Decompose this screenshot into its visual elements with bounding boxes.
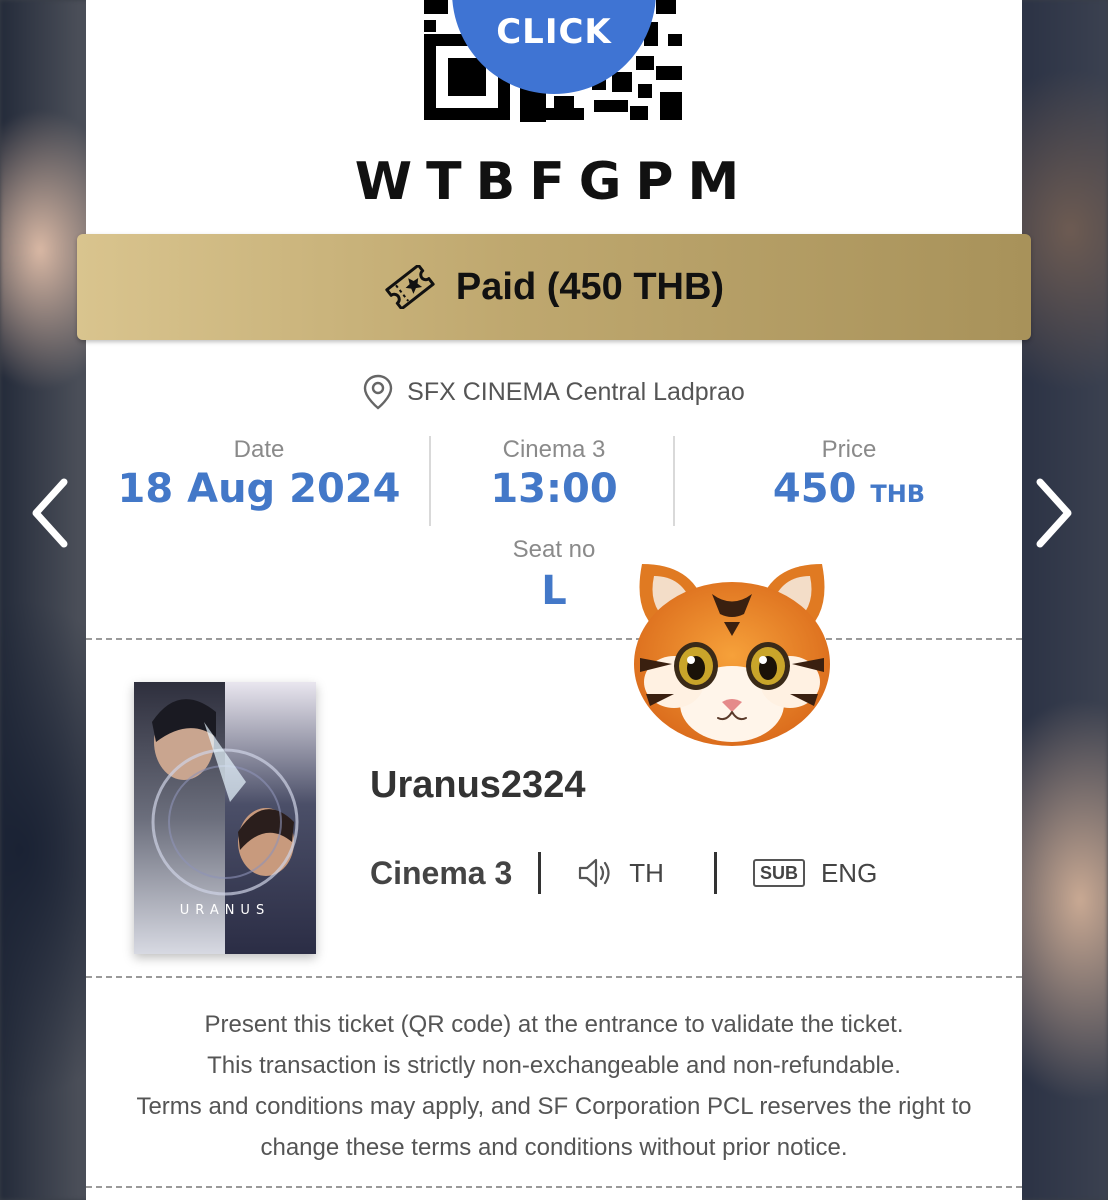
price-value-row: 450 THB <box>706 466 992 512</box>
price-value: 450 <box>772 466 857 512</box>
divider <box>713 852 717 894</box>
showtime-block: Cinema 3 13:00 <box>450 436 658 512</box>
poster-title: URANUS <box>180 903 270 918</box>
divider <box>429 436 431 526</box>
seat-label: Seat no <box>512 536 596 563</box>
dashed-separator <box>86 976 1022 978</box>
previous-ticket-button[interactable] <box>30 478 70 548</box>
date-label: Date <box>233 436 285 463</box>
audio-language: TH <box>629 857 664 888</box>
price-label: Price <box>821 436 877 463</box>
seat-value: L <box>541 568 567 614</box>
movie-poster[interactable]: URANUS <box>134 682 316 954</box>
format-row: Cinema 3 TH SUB ENG <box>370 850 877 896</box>
seat-block: Seat no L <box>86 536 1022 614</box>
booking-code: WTBFGPM <box>354 152 754 212</box>
payment-status-text: Paid (450 THB) <box>455 265 725 308</box>
next-ticket-button[interactable] <box>1034 478 1074 548</box>
date-value: 18 Aug 2024 <box>117 466 401 512</box>
subtitle-language: ENG <box>820 857 878 888</box>
price-unit: THB <box>870 480 926 508</box>
cinema-name: Cinema 3 <box>370 854 513 891</box>
dashed-separator <box>86 638 1022 640</box>
ticket-notice: Present this ticket (QR code) at the ent… <box>86 1004 1022 1168</box>
venue-name: SFX CINEMA Central Ladprao <box>407 377 745 406</box>
speaker-icon <box>579 858 610 888</box>
payment-status-banner: Paid (450 THB) <box>77 234 1031 340</box>
movie-title: Uranus2324 <box>370 764 586 806</box>
chevron-right-icon <box>1036 478 1072 548</box>
ticket-icon <box>385 265 435 309</box>
showtime-value: 13:00 <box>490 466 618 512</box>
location-pin-icon <box>363 374 393 410</box>
notice-line: Present this ticket (QR code) at the ent… <box>204 1011 904 1038</box>
dashed-separator <box>86 1186 1022 1188</box>
divider <box>673 436 675 526</box>
price-block: Price 450 THB <box>706 436 992 512</box>
cinema-label: Cinema 3 <box>502 436 606 463</box>
divider <box>538 852 542 894</box>
venue-row: SFX CINEMA Central Ladprao <box>86 374 1022 410</box>
chevron-left-icon <box>32 478 68 548</box>
subtitle-badge: SUB <box>752 859 805 887</box>
ticket-card: CLICK WTBFGPM Paid (450 THB) SFX CINEMA … <box>77 0 1031 1200</box>
tiger-sticker <box>632 554 832 750</box>
notice-line: Terms and conditions may apply, and SF C… <box>136 1093 972 1120</box>
date-block: Date 18 Aug 2024 <box>114 436 404 512</box>
notice-line: This transaction is strictly non-exchang… <box>207 1052 901 1079</box>
click-label: CLICK <box>496 12 612 52</box>
notice-line: change these terms and conditions withou… <box>260 1134 848 1161</box>
